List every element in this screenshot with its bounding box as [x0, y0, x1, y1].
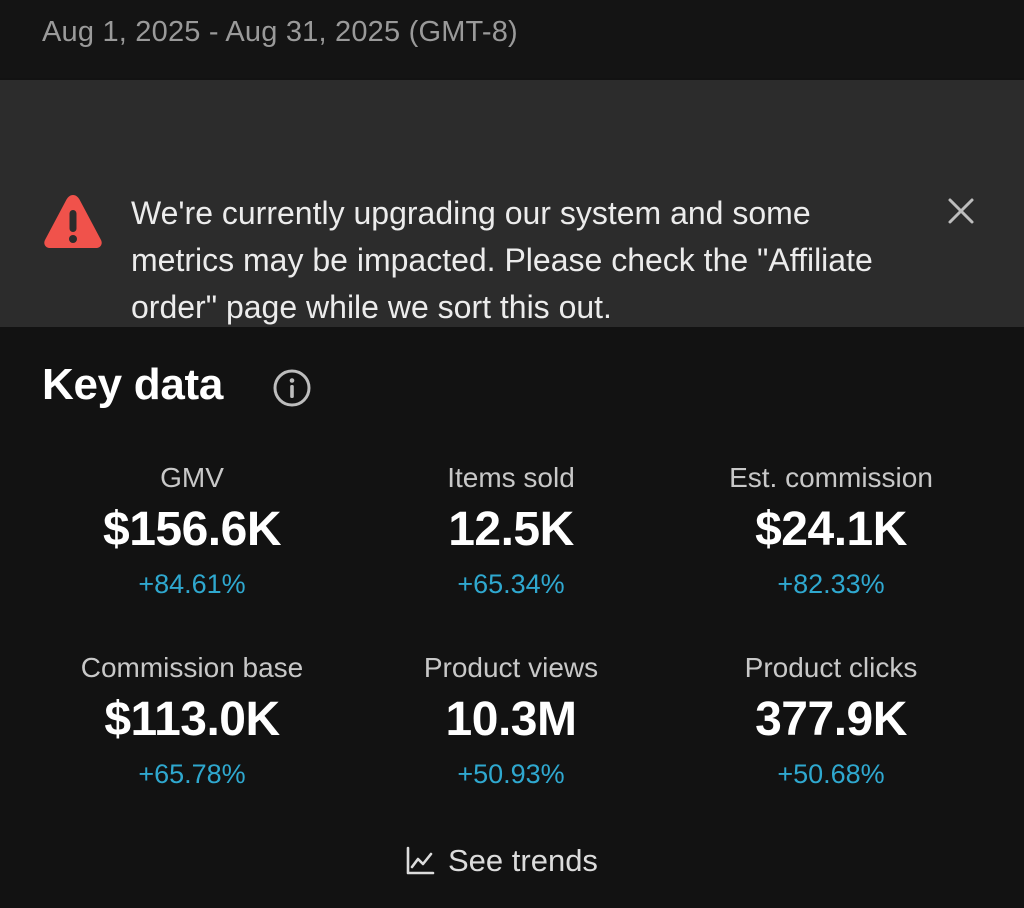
info-icon[interactable]: [272, 368, 312, 408]
banner-message: We're currently upgrading our system and…: [131, 195, 873, 325]
metric-change: +82.33%: [777, 569, 885, 599]
date-range[interactable]: Aug 1, 2025 - Aug 31, 2025 (GMT-8): [42, 16, 518, 49]
metric-value: 377.9K: [755, 693, 907, 746]
metric-change: +65.78%: [138, 759, 246, 789]
metric-label: Items sold: [447, 462, 575, 493]
metric-label: Commission base: [80, 652, 304, 683]
metric-product-clicks[interactable]: Product clicks 377.9K +50.68%: [671, 648, 991, 794]
see-trends-label: See trends: [448, 843, 598, 878]
key-data-screen: Aug 1, 2025 - Aug 31, 2025 (GMT-8) We're…: [0, 0, 1024, 908]
metric-label: GMV: [160, 462, 224, 493]
metric-value: $24.1K: [755, 503, 907, 556]
metric-label: Product clicks: [744, 652, 918, 683]
metric-items-sold[interactable]: Items sold 12.5K +65.34%: [351, 458, 671, 604]
metric-change: +50.93%: [457, 759, 565, 789]
metric-label: Est. commission: [729, 462, 933, 493]
warning-triangle-icon: [44, 195, 102, 248]
section-title: Key data: [42, 360, 224, 409]
metric-change: +50.68%: [777, 759, 885, 789]
metric-value: $156.6K: [103, 503, 281, 556]
metric-change: +65.34%: [457, 569, 565, 599]
metric-change: +84.61%: [138, 569, 246, 599]
metric-value: $113.0K: [104, 693, 280, 746]
metric-product-views[interactable]: Product views 10.3M +50.93%: [351, 648, 671, 794]
metric-commission-base[interactable]: Commission base $113.0K +65.78%: [32, 648, 352, 794]
system-upgrade-banner: We're currently upgrading our system and…: [0, 80, 1024, 327]
close-icon[interactable]: [946, 196, 976, 226]
metric-est-commission[interactable]: Est. commission $24.1K +82.33%: [671, 458, 991, 604]
metric-gmv[interactable]: GMV $156.6K +84.61%: [32, 458, 352, 604]
metric-label: Product views: [423, 652, 599, 683]
date-range-bar[interactable]: Aug 1, 2025 - Aug 31, 2025 (GMT-8): [0, 0, 1024, 78]
line-chart-icon: [406, 846, 435, 875]
metric-value: 12.5K: [448, 503, 574, 556]
metric-value: 10.3M: [445, 693, 577, 746]
see-trends-button[interactable]: See trends: [404, 838, 598, 884]
